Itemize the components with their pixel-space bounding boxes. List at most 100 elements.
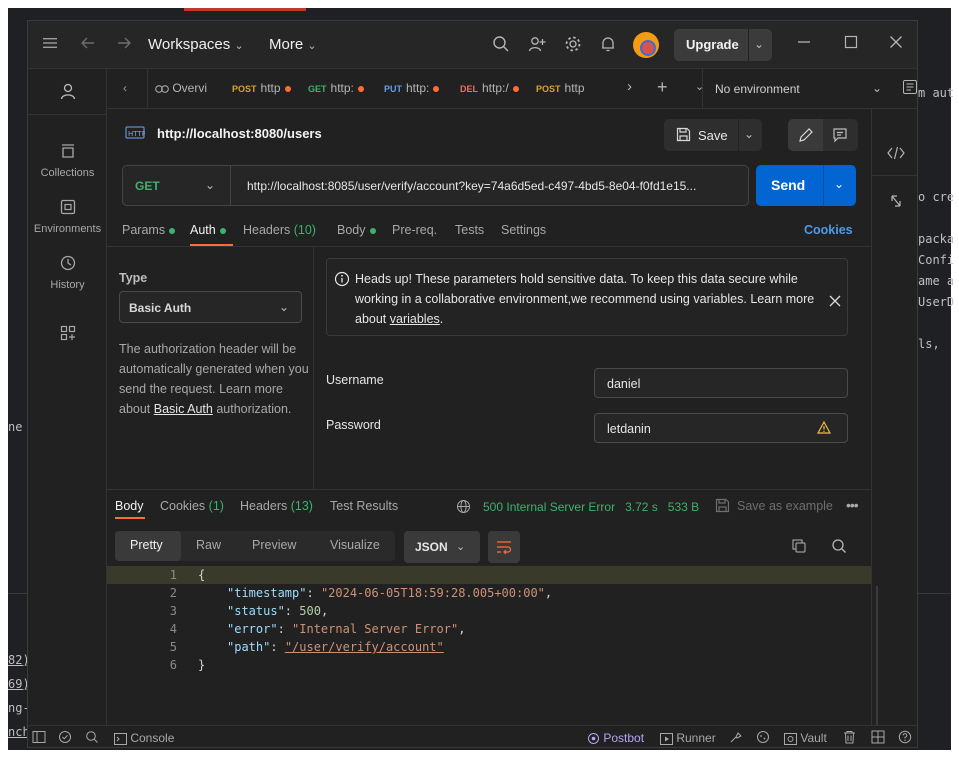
tab-prereq[interactable]: Pre-req.	[392, 223, 437, 237]
tab-method: DEL	[460, 84, 478, 94]
save-as-example-button[interactable]: Save as example	[737, 499, 833, 513]
json-value-link[interactable]: "/user/verify/account"	[285, 640, 444, 654]
response-tab-body[interactable]: Body	[115, 499, 144, 513]
auth-desc-text: authorization.	[212, 402, 292, 416]
tab-request[interactable]: GET http:	[308, 81, 364, 95]
chevron-down-icon[interactable]: ⌄	[744, 127, 754, 141]
back-arrow-icon[interactable]	[78, 35, 98, 55]
sidebar-item-history[interactable]: History	[28, 253, 107, 291]
close-warning-icon[interactable]	[829, 294, 841, 312]
code-scrollbar[interactable]	[876, 586, 878, 736]
info-icon	[334, 271, 350, 292]
save-button[interactable]: Save ⌄	[664, 119, 762, 151]
runner-button[interactable]: Runner	[660, 731, 716, 745]
tab-auth[interactable]: Auth	[190, 223, 226, 237]
more-options-icon[interactable]: •••	[846, 497, 859, 513]
url-input[interactable]: http://localhost:8085/user/verify/accoun…	[247, 179, 743, 193]
method-select[interactable]: GET ⌄	[123, 166, 231, 205]
apps-grid-icon	[60, 325, 75, 341]
bg-text: ame a	[918, 274, 955, 288]
response-tab-cookies[interactable]: Cookies (1)	[160, 499, 224, 513]
tab-request[interactable]: PUT http:	[384, 81, 440, 95]
auth-type-select[interactable]: Basic Auth ⌄	[119, 291, 302, 323]
response-tab-test-results[interactable]: Test Results	[330, 499, 398, 513]
maximize-icon[interactable]	[841, 35, 861, 55]
tab-tests[interactable]: Tests	[455, 223, 484, 237]
chevron-down-icon[interactable]: ⌄	[834, 177, 844, 191]
format-visualize[interactable]: Visualize	[330, 538, 380, 552]
more-menu[interactable]: More ⌄	[269, 35, 317, 56]
sidebar-item-configure[interactable]	[28, 323, 107, 343]
tab-headers[interactable]: Headers (10)	[243, 223, 316, 237]
variables-link[interactable]: variables	[390, 312, 440, 326]
invite-user-icon[interactable]	[527, 35, 547, 55]
workspaces-menu[interactable]: Workspaces ⌄	[148, 35, 244, 56]
format-preview[interactable]: Preview	[252, 538, 296, 552]
online-status-icon[interactable]	[58, 730, 72, 747]
code-line: 1{	[107, 566, 871, 584]
search-response-icon[interactable]	[831, 538, 847, 559]
forward-arrow-icon[interactable]	[114, 35, 134, 55]
tabs-scroll-left-icon[interactable]: ‹	[123, 81, 127, 95]
find-icon[interactable]	[85, 730, 99, 747]
response-tab-headers[interactable]: Headers (13)	[240, 499, 313, 513]
tab-overview[interactable]: Overvi	[155, 81, 217, 95]
tab-body[interactable]: Body	[337, 223, 376, 237]
help-icon[interactable]	[898, 730, 912, 747]
chevron-down-icon[interactable]: ⌄	[754, 37, 764, 51]
wrap-lines-button[interactable]	[488, 531, 520, 563]
postbot-button[interactable]: Postbot	[587, 731, 644, 745]
language-select[interactable]: JSON ⌄	[404, 531, 480, 563]
chevron-down-icon: ⌄	[871, 81, 882, 95]
auth-type-value: Basic Auth	[129, 301, 192, 315]
tab-request[interactable]: DEL http:/	[460, 81, 519, 95]
format-pretty[interactable]: Pretty	[115, 531, 181, 561]
proxy-capture-icon[interactable]	[729, 730, 743, 747]
trash-icon[interactable]	[843, 730, 856, 747]
cookies-icon[interactable]	[756, 730, 770, 747]
menu-icon[interactable]	[40, 35, 60, 55]
password-field[interactable]: letdanin	[594, 413, 848, 443]
code-snippet-icon[interactable]	[887, 145, 905, 166]
upgrade-button[interactable]: Upgrade ⌄	[674, 29, 772, 61]
tab-method: PUT	[384, 84, 402, 94]
console-button[interactable]: Console	[114, 731, 174, 745]
toggle-sidebar-icon[interactable]	[32, 730, 46, 747]
tab-request[interactable]: POST http	[232, 81, 291, 95]
copy-icon[interactable]	[791, 538, 807, 559]
search-icon[interactable]	[491, 35, 511, 55]
format-raw[interactable]: Raw	[196, 538, 221, 552]
vault-button[interactable]: Vault	[784, 731, 827, 745]
globe-icon[interactable]	[456, 499, 471, 519]
tab-request-active[interactable]: POST http	[536, 81, 612, 95]
environment-quick-look-icon[interactable]	[902, 79, 917, 98]
related-collections-icon[interactable]	[888, 193, 904, 214]
response-size[interactable]: 533 B	[668, 500, 699, 514]
basic-auth-link[interactable]: Basic Auth	[154, 402, 213, 416]
username-field[interactable]: daniel	[594, 368, 848, 398]
tabs-scroll-right-icon[interactable]: ›	[627, 78, 632, 95]
user-avatar[interactable]	[633, 32, 659, 58]
request-name[interactable]: http://localhost:8080/users	[157, 126, 322, 141]
tab-settings[interactable]: Settings	[501, 223, 546, 237]
response-body-code[interactable]: 1{ 2 "timestamp": "2024-06-05T18:59:28.00…	[107, 566, 878, 736]
settings-gear-icon[interactable]	[563, 35, 583, 55]
close-window-icon[interactable]	[886, 35, 906, 55]
comments-icon[interactable]	[832, 127, 848, 148]
send-divider	[823, 165, 824, 206]
sidebar-profile[interactable]	[28, 81, 107, 101]
environment-selector[interactable]: No environment ⌄	[702, 69, 892, 109]
edit-pencil-button[interactable]	[788, 119, 823, 151]
minimize-icon[interactable]	[794, 35, 814, 55]
send-button[interactable]: Send ⌄	[756, 165, 856, 206]
status-code[interactable]: 500 Internal Server Error	[483, 500, 615, 514]
tab-params[interactable]: Params	[122, 223, 176, 237]
new-tab-plus-icon[interactable]: +	[657, 77, 668, 98]
notifications-bell-icon[interactable]	[598, 35, 618, 55]
cookies-link[interactable]: Cookies	[804, 223, 853, 237]
layout-grid-icon[interactable]	[871, 730, 885, 747]
sidebar-item-collections[interactable]: Collections	[28, 141, 107, 179]
sidebar-item-environments[interactable]: Environments	[28, 197, 107, 235]
response-time[interactable]: 3.72 s	[625, 500, 658, 514]
code-line: 5 "path": "/user/verify/account"	[107, 638, 871, 656]
